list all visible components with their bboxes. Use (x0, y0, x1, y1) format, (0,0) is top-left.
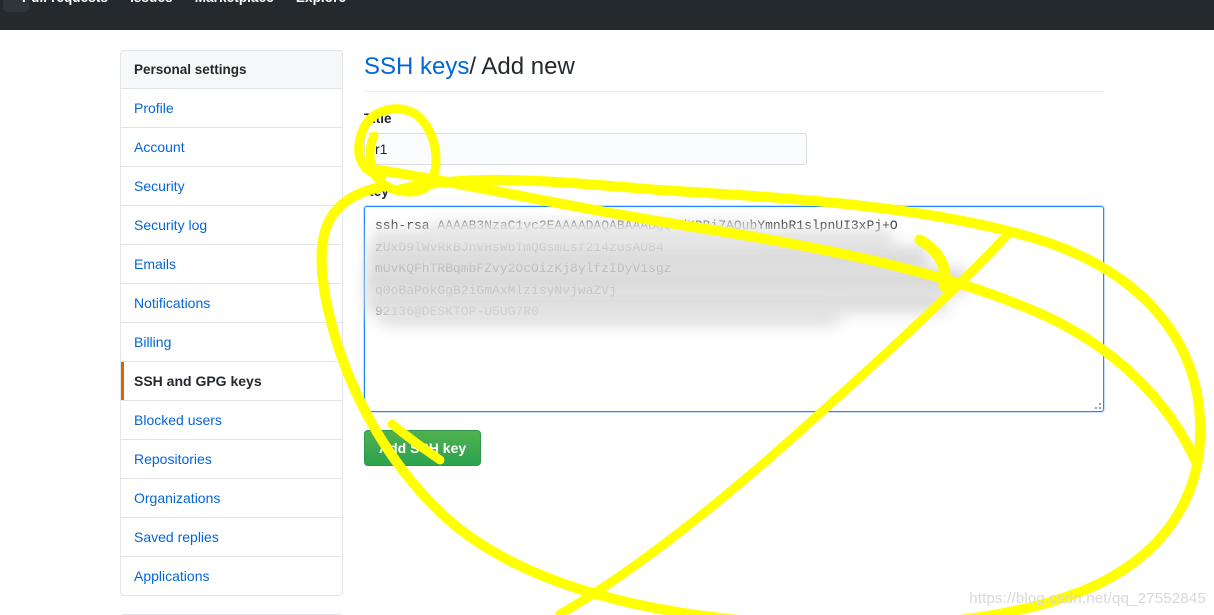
sidebar-item-billing[interactable]: Billing (121, 323, 342, 362)
page-title: SSH keys/ Add new (364, 52, 1104, 92)
sidebar-heading: Personal settings (121, 51, 342, 89)
key-field-label: Key (364, 184, 389, 199)
sidebar-item-applications[interactable]: Applications (121, 557, 342, 595)
nav-link-issues[interactable]: Issues (130, 0, 173, 6)
page-root: Pull requests Issues Marketplace Explore… (0, 0, 1214, 615)
nav-link-pull-requests[interactable]: Pull requests (22, 0, 108, 6)
sidebar-item-security-log[interactable]: Security log (121, 206, 342, 245)
nav-link-marketplace[interactable]: Marketplace (195, 0, 274, 6)
top-navigation-bar: Pull requests Issues Marketplace Explore (0, 0, 1214, 30)
csdn-watermark: https://blog.csdn.net/qq_27552845 (969, 590, 1206, 607)
sidebar-item-repositories[interactable]: Repositories (121, 440, 342, 479)
key-textarea-wrapper (364, 206, 1104, 412)
breadcrumb-separator: / (469, 53, 477, 80)
title-field-label: Title (364, 111, 392, 126)
sidebar-item-ssh-and-gpg-keys[interactable]: SSH and GPG keys (121, 362, 342, 401)
top-nav-links: Pull requests Issues Marketplace Explore (22, 0, 346, 6)
main-content: SSH keys/ Add new Title Key Add SSH key (364, 52, 1104, 466)
personal-settings-menu: Personal settings Profile Account Securi… (120, 50, 343, 596)
sidebar-item-organizations[interactable]: Organizations (121, 479, 342, 518)
settings-sidebar: Personal settings Profile Account Securi… (120, 50, 343, 615)
sidebar-item-profile[interactable]: Profile (121, 89, 342, 128)
sidebar-item-security[interactable]: Security (121, 167, 342, 206)
add-ssh-key-button[interactable]: Add SSH key (364, 430, 482, 466)
title-input[interactable] (364, 133, 807, 165)
key-textarea[interactable] (364, 206, 1104, 412)
sidebar-item-blocked-users[interactable]: Blocked users (121, 401, 342, 440)
breadcrumb-current: Add new (481, 53, 575, 80)
sidebar-item-emails[interactable]: Emails (121, 245, 342, 284)
nav-link-explore[interactable]: Explore (296, 0, 346, 6)
sidebar-item-notifications[interactable]: Notifications (121, 284, 342, 323)
breadcrumb-link-ssh-keys[interactable]: SSH keys (364, 53, 469, 80)
sidebar-item-saved-replies[interactable]: Saved replies (121, 518, 342, 557)
sidebar-item-account[interactable]: Account (121, 128, 342, 167)
